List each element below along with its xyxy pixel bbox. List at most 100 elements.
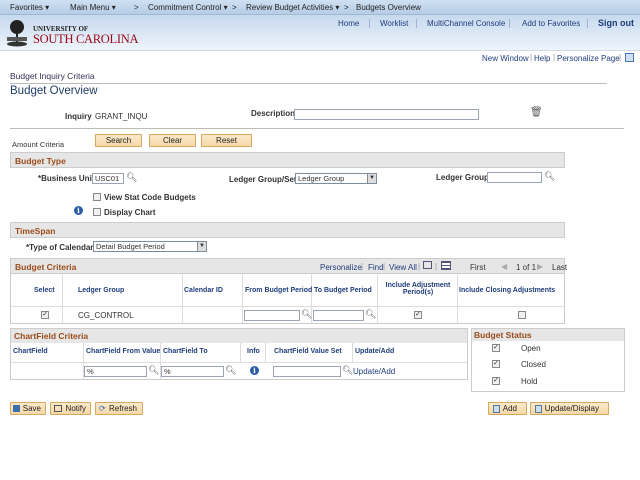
- add-icon: [493, 405, 500, 413]
- lookup-icon[interactable]: 🔍︎: [126, 172, 137, 183]
- update-add-link[interactable]: Update/Add: [353, 367, 395, 376]
- nav-commitment-control[interactable]: Commitment Control ▾: [148, 3, 228, 12]
- timespan-header: TimeSpan: [10, 222, 565, 238]
- col-from-budget-period: From Budget Period: [245, 287, 313, 294]
- budget-status-title: Budget Status: [474, 330, 532, 340]
- description-input[interactable]: [294, 109, 479, 120]
- multichannel-console-link[interactable]: MultiChannel Console: [427, 19, 505, 28]
- sign-out-link[interactable]: Sign out: [598, 18, 634, 28]
- lookup-icon[interactable]: 🔍︎: [342, 365, 353, 376]
- lookup-icon[interactable]: 🔍︎: [544, 171, 555, 182]
- search-button[interactable]: Search: [95, 134, 142, 147]
- col-chartfield-to: ChartField To: [163, 348, 208, 355]
- from-budget-period-input[interactable]: [244, 310, 300, 321]
- description-label: Description: [251, 109, 296, 118]
- ledger-group-set-label: Ledger Group/Set: [229, 175, 297, 184]
- dropdown-arrow-icon: ▼: [197, 242, 206, 251]
- page-layout-icon[interactable]: [625, 53, 634, 62]
- chartfield-criteria-title: ChartField Criteria: [14, 331, 89, 341]
- trash-icon[interactable]: 🗑: [530, 107, 543, 118]
- ledger-group-label: Ledger Group: [436, 173, 489, 182]
- open-label: Open: [521, 344, 541, 353]
- dropdown-arrow-icon: ▼: [367, 174, 376, 183]
- update-display-icon: [535, 405, 542, 413]
- nav-favorites[interactable]: Favorites ▾: [10, 3, 49, 12]
- nav-budgets-overview[interactable]: Budgets Overview: [356, 3, 421, 12]
- col-chartfield: ChartField: [13, 348, 48, 355]
- col-info: Info: [247, 348, 260, 355]
- page-title: Budget Overview: [10, 85, 98, 97]
- last-label[interactable]: Last: [552, 263, 567, 272]
- closed-checkbox[interactable]: ✓: [492, 360, 500, 368]
- lookup-icon[interactable]: 🔍︎: [365, 309, 376, 320]
- display-chart-checkbox[interactable]: [93, 208, 101, 216]
- update-display-button[interactable]: Update/Display: [530, 402, 609, 415]
- col-chartfield-from: ChartField From Value: [86, 348, 161, 355]
- notify-button[interactable]: Notify: [50, 402, 91, 415]
- display-chart-label: Display Chart: [104, 208, 156, 217]
- col-update-add: Update/Add: [355, 348, 395, 355]
- lookup-icon[interactable]: 🔍︎: [148, 365, 159, 376]
- find-link[interactable]: Find: [368, 263, 384, 272]
- amount-criteria-label: Amount Criteria: [12, 140, 65, 149]
- chartfield-from-input[interactable]: %: [84, 366, 147, 377]
- zoom-grid-icon[interactable]: [423, 261, 432, 269]
- first-label[interactable]: First: [470, 263, 486, 272]
- type-of-calendar-label: *Type of Calendar: [26, 243, 94, 252]
- personalize-page-link[interactable]: Personalize Page: [557, 54, 620, 63]
- ledger-group-set-select[interactable]: Ledger Group ▼: [295, 173, 377, 184]
- info-icon[interactable]: i: [250, 366, 259, 375]
- lookup-icon[interactable]: 🔍︎: [225, 365, 236, 376]
- nav-review-budget-activities[interactable]: Review Budget Activities ▾: [246, 3, 339, 12]
- hold-label: Hold: [521, 377, 538, 386]
- info-icon[interactable]: i: [74, 206, 83, 215]
- type-of-calendar-select[interactable]: Detail Budget Period ▼: [93, 241, 207, 252]
- nav-main-menu[interactable]: Main Menu ▾: [70, 3, 116, 12]
- breadcrumb: Budget Inquiry Criteria: [10, 71, 95, 81]
- include-adjustment-checkbox[interactable]: ✓: [414, 311, 422, 319]
- next-icon[interactable]: ▶: [537, 262, 543, 271]
- budget-status-group: Budget Status ✓ Open ✓ Closed ✓ Hold: [471, 328, 625, 392]
- reset-button[interactable]: Reset: [201, 134, 252, 147]
- save-button[interactable]: Save: [10, 402, 46, 415]
- open-checkbox[interactable]: ✓: [492, 344, 500, 352]
- col-select: Select: [34, 287, 55, 294]
- add-button[interactable]: Add: [488, 402, 527, 415]
- view-stat-code-label: View Stat Code Budgets: [104, 193, 196, 202]
- type-of-calendar-value: Detail Budget Period: [96, 242, 165, 251]
- home-link[interactable]: Home: [338, 19, 359, 28]
- to-budget-period-input[interactable]: [313, 310, 364, 321]
- worklist-link[interactable]: Worklist: [380, 19, 408, 28]
- col-calendar-id: Calendar ID: [184, 287, 223, 294]
- add-to-favorites-link[interactable]: Add to Favorites: [522, 19, 580, 28]
- include-closing-checkbox[interactable]: [518, 311, 526, 319]
- clear-button[interactable]: Clear: [149, 134, 196, 147]
- refresh-icon: ⟳: [99, 404, 106, 413]
- view-stat-code-checkbox[interactable]: [93, 193, 101, 201]
- business-unit-input[interactable]: USC01: [92, 173, 124, 184]
- new-window-link[interactable]: New Window: [482, 54, 529, 63]
- col-include-closing: Include Closing Adjustments: [459, 287, 556, 294]
- header: UNIVERSITY OF SOUTH CAROLINA Home Workli…: [0, 15, 640, 51]
- business-unit-label: *Business Unit: [38, 174, 95, 183]
- budget-type-header: Budget Type: [10, 152, 565, 168]
- view-all-link[interactable]: View All: [389, 263, 417, 272]
- select-checkbox[interactable]: ✓: [41, 311, 49, 319]
- ledger-group-value: CG_CONTROL: [78, 311, 134, 320]
- lookup-icon[interactable]: 🔍︎: [301, 309, 312, 320]
- notify-icon: [54, 405, 62, 412]
- refresh-button[interactable]: ⟳ Refresh: [95, 402, 143, 415]
- chartfield-value-set-input[interactable]: [273, 366, 341, 377]
- palmetto-logo-icon: [4, 19, 30, 47]
- help-link[interactable]: Help: [534, 54, 550, 63]
- budget-criteria-grid: Budget Criteria Personalize | Find | Vie…: [10, 258, 567, 324]
- download-excel-icon[interactable]: [441, 261, 451, 270]
- closed-label: Closed: [521, 360, 546, 369]
- ledger-group-input[interactable]: [487, 172, 542, 183]
- hold-checkbox[interactable]: ✓: [492, 377, 500, 385]
- save-icon: [13, 405, 20, 412]
- chartfield-to-input[interactable]: %: [161, 366, 224, 377]
- personalize-link[interactable]: Personalize: [320, 263, 362, 272]
- top-nav: Favorites ▾ Main Menu ▾ > Commitment Con…: [0, 0, 640, 15]
- previous-icon[interactable]: ◀: [501, 262, 507, 271]
